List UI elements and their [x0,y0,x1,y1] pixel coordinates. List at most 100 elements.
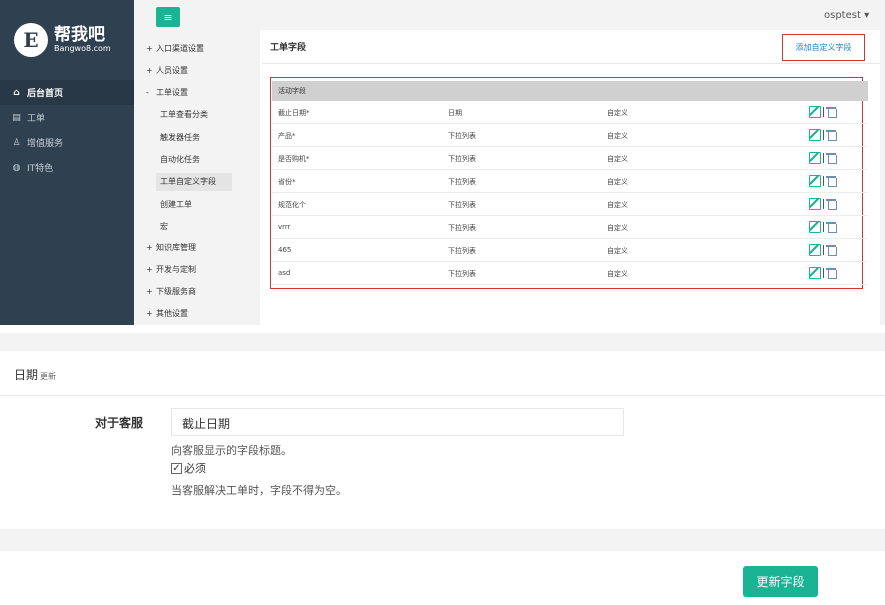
divider [823,245,824,255]
field-name: 规范化个 [278,201,306,209]
brand-domain: Bangwo8.com [54,44,111,53]
sidebar-item-label: IT特色 [27,164,54,174]
form-section-header [0,351,885,396]
footer-band [0,529,885,551]
subnav-group-knowledge[interactable]: + 知识库管理 [146,240,196,256]
sidebar: E 帮我吧 Bangwo8.com ⌂ 后台首页 ▤ 工单 ♙ 增值服务 ◍ I… [0,0,134,325]
field-name: vrrr [278,223,291,231]
subnav-item-create-ticket[interactable]: 创建工单 [156,196,232,214]
user-name: osptest [824,10,861,21]
home-icon: ⌂ [13,87,20,98]
sidebar-item-label: 工单 [27,114,46,124]
edit-icon[interactable] [809,106,821,118]
field-name: 产品* [278,132,296,140]
edit-icon[interactable] [809,175,821,187]
expand-icon: + [146,66,153,75]
sidebar-item-tickets[interactable]: ▤ 工单 [0,105,134,130]
field-source: 自定义 [607,270,628,278]
subnav-item-triggers[interactable]: 触发器任务 [156,129,232,147]
subnav-group-dev[interactable]: + 开发与定制 [146,262,196,278]
subnav-item-custom-fields[interactable]: 工单自定义字段 [156,173,232,191]
field-type: 下拉列表 [448,247,476,255]
menu-toggle-button[interactable]: ≡ [156,7,180,27]
table-row[interactable]: 是否购机* 下拉列表 自定义 [272,147,868,170]
subnav-group-label: 其他设置 [156,309,188,318]
divider [823,130,824,140]
edit-icon[interactable] [809,221,821,233]
trash-icon[interactable] [826,244,837,256]
sidebar-item-home[interactable]: ⌂ 后台首页 [0,80,134,105]
service-icon: ♙ [12,137,21,148]
update-field-button[interactable]: 更新字段 [743,566,818,597]
subnav-group-label: 知识库管理 [156,243,196,252]
required-option[interactable]: ✓ 必须 [171,460,206,476]
globe-icon: ◍ [12,162,21,173]
edit-icon[interactable] [809,152,821,164]
edit-icon[interactable] [809,129,821,141]
add-custom-field-link[interactable]: 添加自定义字段 [782,34,865,61]
brand-name: 帮我吧 [54,25,105,45]
field-source: 自定义 [607,109,628,117]
sidebar-item-services[interactable]: ♙ 增值服务 [0,130,134,155]
field-source: 自定义 [607,247,628,255]
trash-icon[interactable] [826,267,837,279]
trash-icon[interactable] [826,198,837,210]
divider [823,222,824,232]
table-row[interactable]: 465 下拉列表 自定义 [272,239,868,262]
field-source: 自定义 [607,178,628,186]
subnav-group-other[interactable]: + 其他设置 [146,306,188,322]
expand-icon: + [146,287,153,296]
required-checkbox[interactable]: ✓ [171,462,182,474]
divider [823,268,824,278]
expand-icon: + [146,309,153,318]
subnav-group-staff[interactable]: + 人员设置 [146,63,188,79]
trash-icon[interactable] [826,152,837,164]
edit-icon[interactable] [809,198,821,210]
table-header: 活动字段 [272,81,868,101]
agent-title-label: 对于客服 [95,416,144,430]
field-name: 是否购机* [278,155,310,163]
field-source: 自定义 [607,155,628,163]
sidebar-item-it[interactable]: ◍ IT特色 [0,155,134,180]
expand-icon: + [146,44,153,53]
caret-down-icon: ▾ [864,10,870,21]
field-type: 下拉列表 [448,224,476,232]
table-row[interactable]: 省份* 下拉列表 自定义 [272,170,868,193]
divider [823,199,824,209]
table-row[interactable]: 规范化个 下拉列表 自定义 [272,193,868,216]
subnav-item-automations[interactable]: 自动化任务 [156,151,232,169]
subnav-group-channels[interactable]: + 入口渠道设置 [146,41,204,57]
subnav-item-ticket-views[interactable]: 工单查看分类 [156,106,232,124]
agent-title-help: 向客服显示的字段标题。 [171,444,292,457]
field-name: 截止日期* [278,109,310,117]
edit-icon[interactable] [809,244,821,256]
hamburger-icon: ≡ [163,10,173,24]
subnav-item-macros[interactable]: 宏 [156,218,232,236]
required-help: 当客服解决工单时，字段不得为空。 [171,484,347,497]
edit-icon[interactable] [809,267,821,279]
subnav-group-label: 下级服务商 [156,287,196,296]
required-label: 必须 [184,462,206,475]
subnav-group-ticket-settings[interactable]: - 工单设置 [146,85,188,101]
field-title: 日期 [14,368,39,382]
field-type: 日期 [448,109,462,117]
trash-icon[interactable] [826,129,837,141]
trash-icon[interactable] [826,175,837,187]
divider [823,153,824,163]
divider [823,107,824,117]
user-menu[interactable]: osptest ▾ [824,10,869,21]
field-source: 自定义 [607,132,628,140]
subnav-group-label: 人员设置 [156,66,188,75]
table-row[interactable]: 产品* 下拉列表 自定义 [272,124,868,147]
brand-logo[interactable]: E 帮我吧 Bangwo8.com [14,20,124,60]
field-type: 下拉列表 [448,155,476,163]
table-row[interactable]: 截止日期* 日期 自定义 [272,101,868,124]
agent-title-input[interactable]: 截止日期 [171,408,624,436]
trash-icon[interactable] [826,221,837,233]
trash-icon[interactable] [826,106,837,118]
table-row[interactable]: asd 下拉列表 自定义 [272,262,868,285]
field-type: 下拉列表 [448,201,476,209]
table-row[interactable]: vrrr 下拉列表 自定义 [272,216,868,239]
subnav-group-subproviders[interactable]: + 下级服务商 [146,284,196,300]
section-title: 日期 更新 [14,366,56,383]
